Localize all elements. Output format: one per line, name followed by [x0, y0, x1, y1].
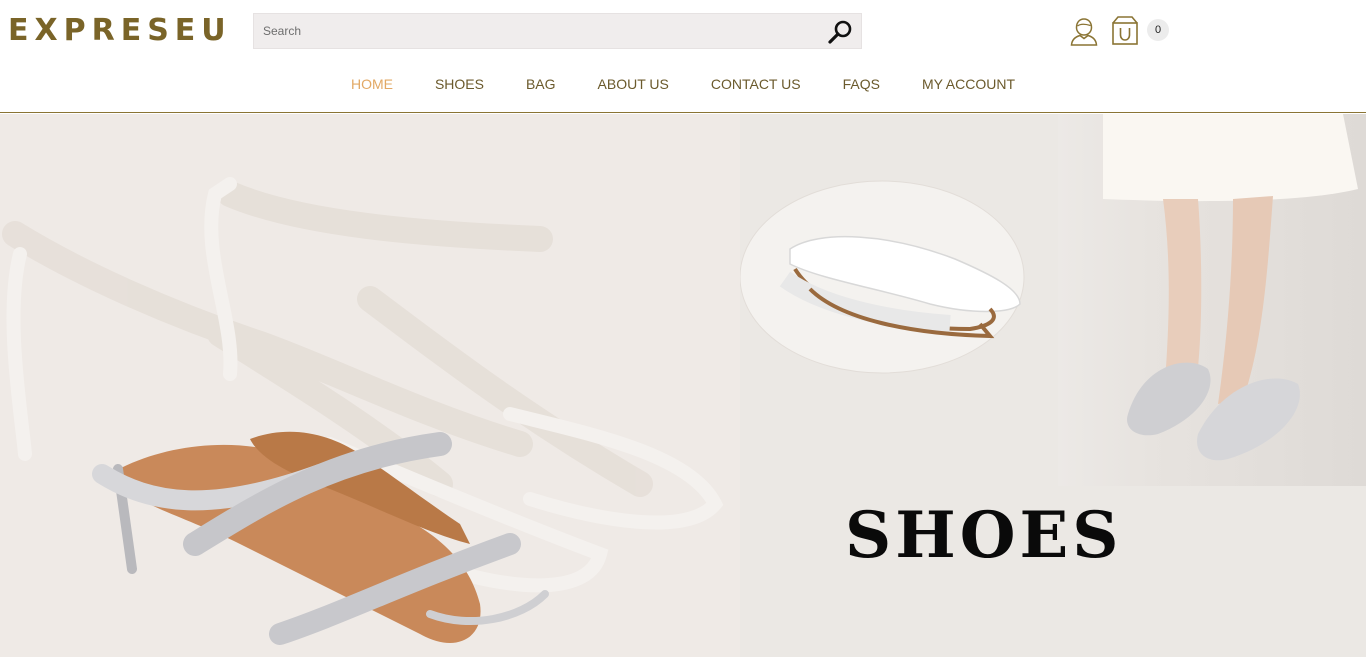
hero-loafers-panel	[740, 114, 1366, 657]
hero-title: SHOES	[845, 498, 1123, 573]
search-icon[interactable]	[827, 19, 853, 45]
model-legs-illustration	[1103, 114, 1358, 461]
hero-sandals-image	[0, 114, 740, 657]
model-legs-photo	[1058, 114, 1366, 486]
hero-banner[interactable]: SHOES	[0, 114, 1366, 657]
nav-my-account[interactable]: MY ACCOUNT	[922, 76, 1015, 92]
nav-bag[interactable]: BAG	[526, 76, 556, 92]
sandals-illustration	[2, 177, 724, 645]
search-bar	[253, 13, 862, 49]
shopping-bag-icon[interactable]	[1111, 15, 1139, 46]
nav-about-us[interactable]: ABOUT US	[598, 76, 669, 92]
nav-shoes[interactable]: SHOES	[435, 76, 484, 92]
cart-count-badge[interactable]: 0	[1147, 19, 1169, 41]
site-header: EXPRESEU 0 HOME SHOES BAG ABOUT US CONTA…	[0, 0, 1366, 113]
nav-faqs[interactable]: FAQS	[843, 76, 880, 92]
main-nav: HOME SHOES BAG ABOUT US CONTACT US FAQS …	[0, 76, 1366, 98]
user-icon[interactable]	[1069, 16, 1099, 46]
nav-contact-us[interactable]: CONTACT US	[711, 76, 801, 92]
search-input[interactable]	[254, 14, 814, 48]
site-logo[interactable]: EXPRESEU	[8, 13, 232, 48]
nav-home[interactable]: HOME	[351, 76, 393, 92]
